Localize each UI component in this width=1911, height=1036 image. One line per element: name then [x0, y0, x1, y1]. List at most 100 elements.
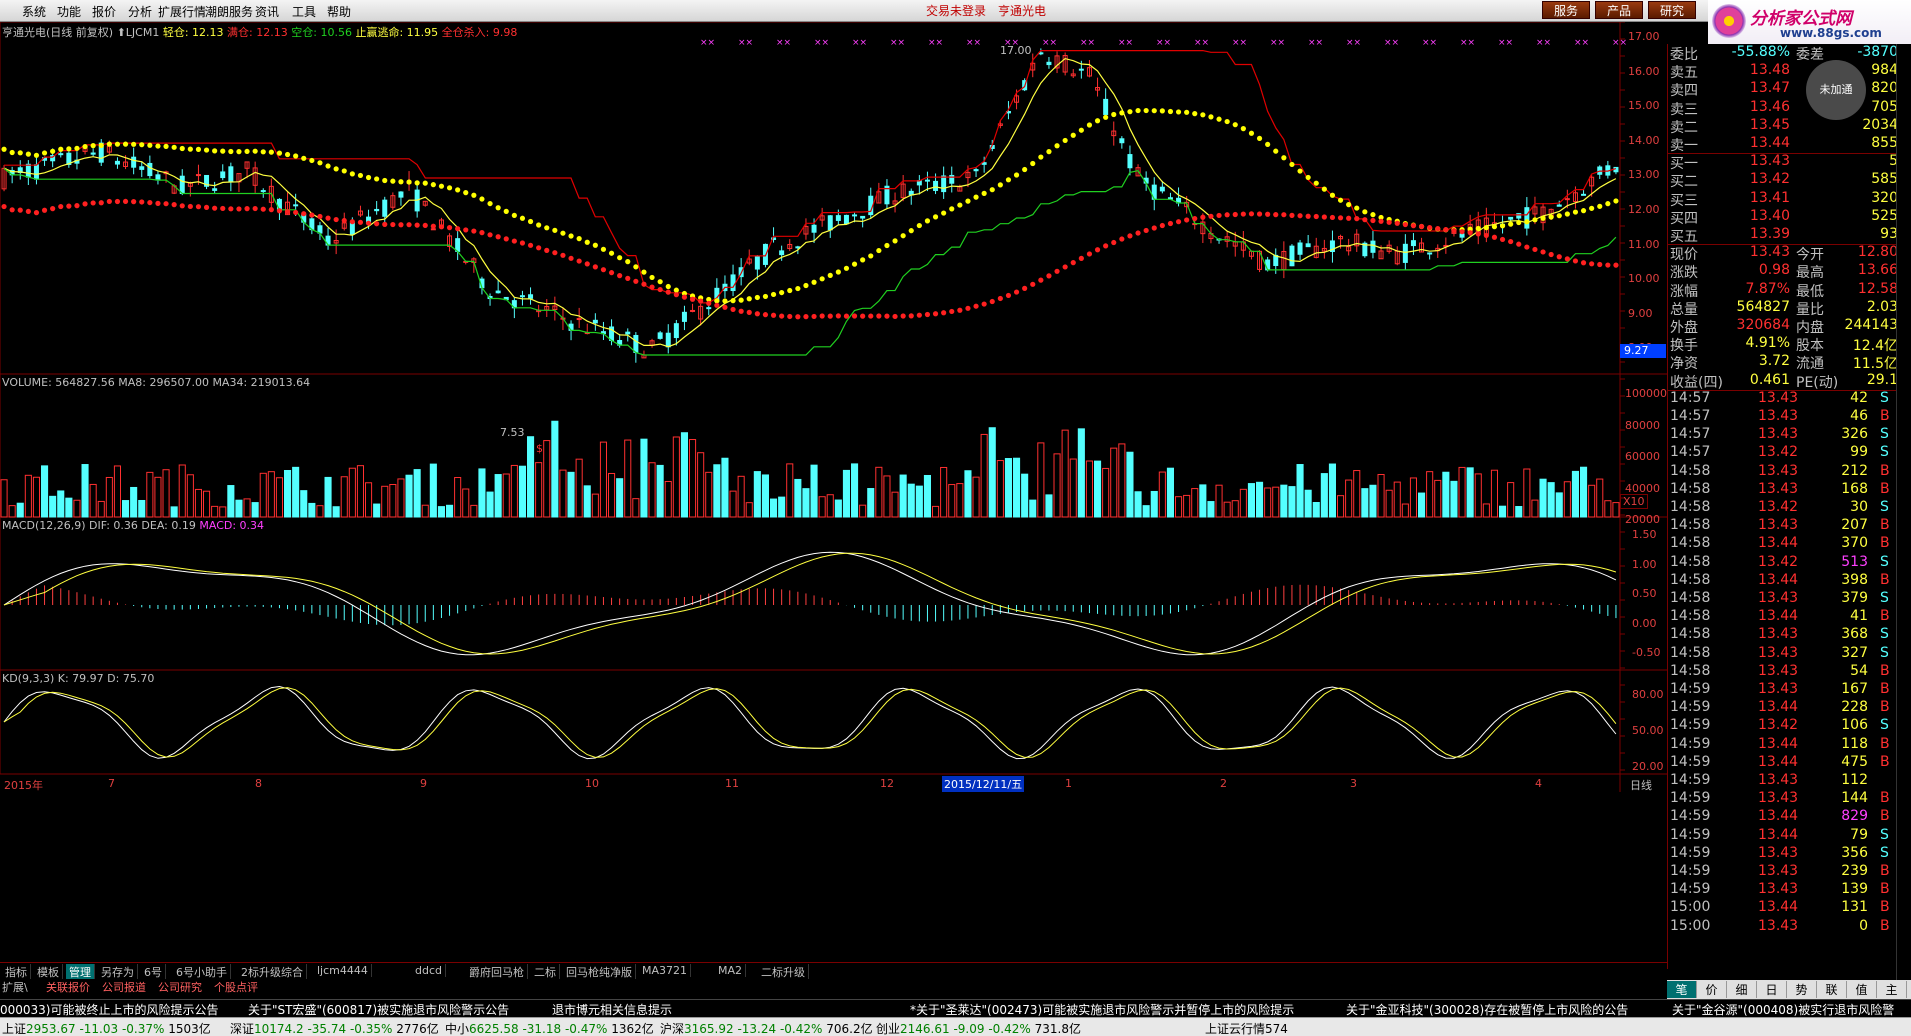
yellow-dot: [1248, 130, 1255, 136]
status-bar: 上证2953.67 -11.03 -0.37% 1503亿 深证10174.2 -…: [0, 1017, 1911, 1036]
red-dot: [1005, 292, 1012, 299]
tick-row-11: 14:58 13.43 379 S: [1668, 590, 1900, 607]
volume-bar: [915, 485, 923, 518]
yellow-dot: [82, 143, 88, 150]
stat-row-0-label2: 今开: [1796, 247, 1824, 264]
indicator-tab-11[interactable]: 回马枪纯净版: [563, 964, 636, 980]
menu-item-6[interactable]: 资讯: [255, 3, 279, 20]
yellow-dot: [422, 180, 428, 186]
top-button-1[interactable]: 产品: [1595, 1, 1643, 19]
menu-item-1[interactable]: 功能: [57, 3, 81, 20]
indicator-tab-13[interactable]: MA2: [715, 964, 747, 977]
tick-price: 13.43: [1758, 681, 1799, 697]
quote-tab-5[interactable]: 联: [1817, 981, 1847, 998]
volume-axis-label: 60000: [1625, 450, 1660, 464]
sub-tab-2[interactable]: 公司报道: [102, 979, 146, 995]
menu-item-0[interactable]: 系统: [22, 3, 46, 20]
yellow-dot: [179, 145, 185, 152]
indicator-tab-2[interactable]: 管理: [66, 964, 95, 980]
volume-bar: [1296, 464, 1304, 518]
news-item-2[interactable]: 退市博元相关信息提示: [552, 1001, 672, 1018]
quote-tab-6[interactable]: 值: [1847, 981, 1877, 998]
indicator-tab-0[interactable]: 指标: [2, 964, 31, 980]
yellow-dot: [122, 141, 129, 147]
volume-bar: [105, 476, 113, 518]
menu-item-4[interactable]: 扩展行情: [158, 3, 206, 20]
bid-price: 13.42: [1749, 171, 1790, 188]
tick-time: 14:59: [1670, 808, 1711, 825]
index-3[interactable]: 沪深3165.92 -13.24 -0.42% 706.2亿: [660, 1020, 873, 1036]
tick-time: 14:59: [1670, 881, 1711, 898]
right-side-strip[interactable]: [1896, 44, 1911, 999]
sub-tab-4[interactable]: 个股点评: [214, 979, 258, 995]
red-dot: [657, 286, 663, 293]
indicator-tab-3[interactable]: 另存为: [98, 964, 138, 980]
chart-canvas[interactable]: [0, 22, 1667, 980]
index-2[interactable]: 中小6625.58 -31.18 -0.47% 1362亿: [445, 1020, 654, 1036]
volume-bar: [1418, 492, 1426, 518]
menu-item-7[interactable]: 工具: [292, 3, 316, 20]
red-dot: [1386, 219, 1392, 225]
volume-header: VOLUME: 564827.56 MA8: 296507.00 MA34: 2…: [2, 376, 311, 389]
tick-time: 15:00: [1670, 899, 1711, 916]
news-item-4[interactable]: 关于"金亚科技"(300028)存在被暂停上市风险的公告: [1346, 1001, 1628, 1018]
index-1[interactable]: 深证10174.2 -35.74 -0.35% 2776亿: [230, 1020, 439, 1036]
yellow-dot: [657, 279, 663, 285]
menu-item-3[interactable]: 分析: [128, 3, 152, 20]
news-item-5[interactable]: 关于"金谷源"(000408)被实行退市风险警: [1672, 1001, 1894, 1018]
red-dot: [795, 314, 801, 320]
red-dot: [625, 275, 631, 281]
sub-tab-1[interactable]: 关联报价: [46, 979, 90, 995]
top-button-0[interactable]: 服务: [1542, 1, 1590, 19]
news-item-1[interactable]: 关于"ST宏盛"(600817)被实施退市风险警示公告: [248, 1001, 509, 1018]
yellow-dot: [868, 253, 874, 259]
tick-row-26: 14:59 13.43 239 B: [1668, 863, 1900, 880]
yellow-dot: [568, 233, 574, 239]
indicator-tab-1[interactable]: 模板: [34, 964, 63, 980]
yellow-dot: [446, 185, 453, 191]
tick-side: B: [1880, 753, 1890, 770]
menu-item-5[interactable]: 潮朗服务: [205, 3, 253, 20]
menu-item-2[interactable]: 报价: [92, 3, 116, 20]
red-dot: [511, 238, 517, 244]
indicator-tab-6[interactable]: 2标升级综合: [238, 964, 307, 980]
news-item-0[interactable]: 000033)可能被终止上市的风险提示公告: [0, 1001, 219, 1018]
tick-side: B: [1880, 790, 1890, 807]
red-dot: [1175, 219, 1182, 225]
stat-row-6-label: 净资: [1670, 356, 1698, 373]
quote-tab-4[interactable]: 势: [1787, 981, 1817, 998]
quote-tab-3[interactable]: 日: [1757, 981, 1787, 998]
indicator-tab-14[interactable]: 二标升级: [758, 964, 809, 980]
index-name: 上证: [2, 1022, 27, 1036]
quote-tab-0[interactable]: 笔: [1667, 981, 1697, 998]
indicator-tab-8[interactable]: ddcd: [412, 964, 446, 977]
indicator-tab-10[interactable]: 二标: [531, 964, 560, 980]
sub-tab-3[interactable]: 公司研究: [158, 979, 202, 995]
kline-chart-area[interactable]: 17.00 16.00 15.00 14.00 13.00 12.00 11.00 10.00…: [0, 22, 1667, 982]
candle-body: [1556, 204, 1562, 207]
volume-axis-label: 20000: [1625, 513, 1660, 527]
indicator-tab-7[interactable]: ljcm4444: [314, 964, 372, 977]
red-dot: [106, 198, 112, 205]
volume-bar: [1215, 484, 1223, 518]
not-added-badge[interactable]: 未加通: [1806, 60, 1866, 120]
quote-tab-2[interactable]: 细: [1727, 981, 1757, 998]
indicator-tab-12[interactable]: MA3721: [639, 964, 692, 977]
volume-bar: [1328, 463, 1337, 518]
top-button-2[interactable]: 研究: [1648, 1, 1696, 19]
index-0[interactable]: 上证2953.67 -11.03 -0.37% 1503亿: [2, 1020, 211, 1036]
indicator-tab-4[interactable]: 6号: [141, 964, 166, 980]
indicator-tab-9[interactable]: 爵府回马枪: [466, 964, 528, 980]
red-dot: [1167, 220, 1174, 227]
quote-tab-1[interactable]: 价: [1697, 981, 1727, 998]
ask-row-4: 卖一 13.44 855: [1668, 135, 1900, 154]
indicator-tab-5[interactable]: 6号小助手: [173, 964, 231, 980]
sub-tab-0[interactable]: 扩展\: [2, 979, 28, 995]
tick-side: S: [1880, 826, 1889, 843]
volume-bar: [8, 505, 16, 518]
menu-item-8[interactable]: 帮助: [327, 3, 351, 20]
index-4[interactable]: 创业2146.61 -9.09 -0.42% 731.8亿: [876, 1020, 1081, 1036]
news-item-3[interactable]: *关于"圣莱达"(002473)可能被实施退市风险警示并暂停上市的风险提示: [910, 1001, 1294, 1018]
quote-tab-7[interactable]: 主: [1877, 981, 1907, 998]
signal-marker: ××: [1004, 38, 1020, 48]
